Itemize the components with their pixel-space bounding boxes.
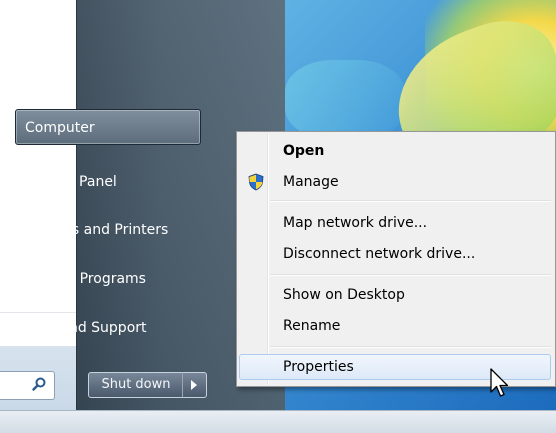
context-item-show-on-desktop[interactable]: Show on Desktop <box>239 282 551 308</box>
context-item-disconnect-network-drive[interactable]: Disconnect network drive... <box>239 241 551 267</box>
search-input[interactable] <box>0 371 55 400</box>
start-item-music[interactable]: Music <box>15 10 201 46</box>
menu-separator <box>270 200 551 202</box>
context-item-rename[interactable]: Rename <box>239 313 551 339</box>
arrow-right-icon <box>191 380 197 390</box>
wallpaper-shape <box>285 60 405 140</box>
shut-down-options-button[interactable] <box>182 372 207 398</box>
context-item-manage-label: Manage <box>283 174 339 190</box>
start-item-control-panel[interactable]: Control Panel <box>15 164 201 200</box>
start-item-help-and-support[interactable]: Help and Support <box>15 310 201 346</box>
search-icon[interactable] <box>32 377 46 391</box>
menu-separator <box>270 346 551 348</box>
context-item-manage[interactable]: Manage <box>239 169 551 195</box>
start-item-computer[interactable]: Computer <box>15 109 201 145</box>
shut-down-button[interactable]: Shut down <box>88 372 184 398</box>
mouse-cursor-icon <box>490 368 509 397</box>
context-menu: Open Manage Map network drive... Disconn… <box>236 131 556 387</box>
menu-separator <box>270 274 551 276</box>
start-item-games[interactable]: Games <box>15 60 201 96</box>
start-item-default-programs[interactable]: Default Programs <box>15 261 201 297</box>
context-item-map-network-drive[interactable]: Map network drive... <box>239 210 551 236</box>
uac-shield-icon <box>248 173 264 191</box>
start-item-devices-and-printers[interactable]: Devices and Printers <box>15 212 201 248</box>
context-item-open[interactable]: Open <box>239 138 551 164</box>
taskbar-edge <box>0 410 556 433</box>
